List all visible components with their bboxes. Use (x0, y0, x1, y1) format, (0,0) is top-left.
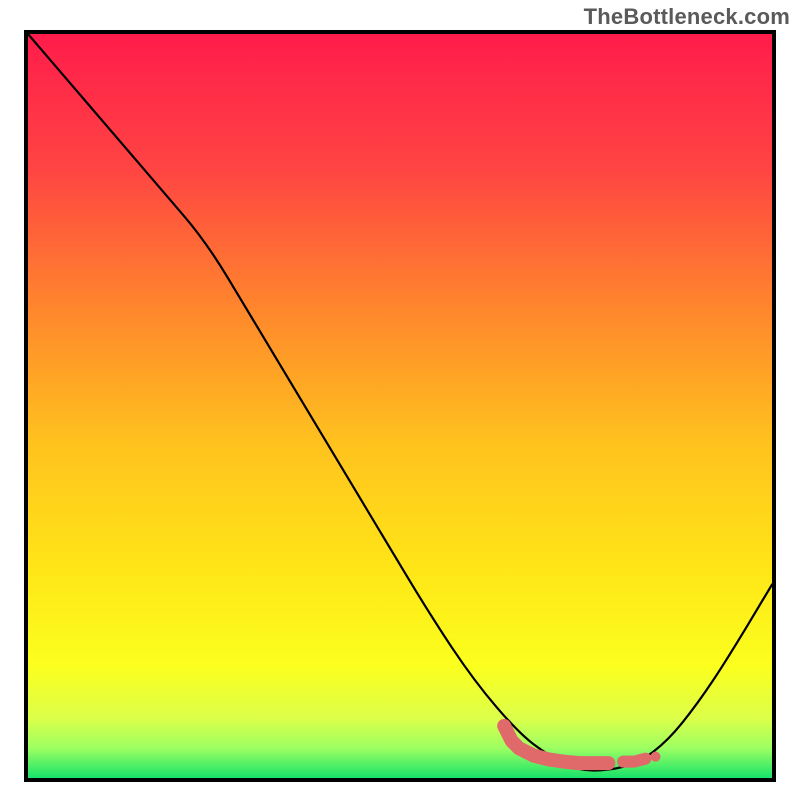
chart-area (24, 30, 776, 782)
optimal-marker-dot (651, 752, 661, 762)
optimal-marker-segment (504, 726, 608, 763)
optimal-marker-segment (623, 759, 645, 762)
marker-layer (28, 34, 772, 778)
optimal-band-markers (504, 726, 660, 763)
watermark-text: TheBottleneck.com (584, 4, 790, 30)
